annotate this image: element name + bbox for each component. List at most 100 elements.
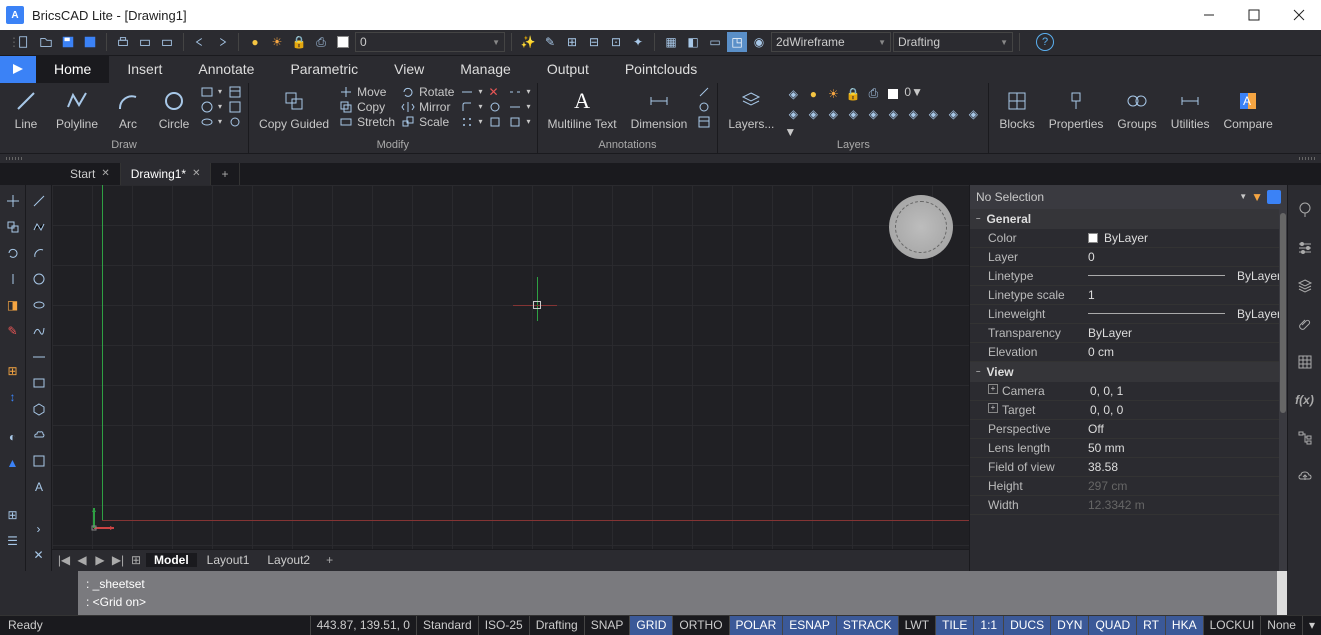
group2-tool-icon[interactable]: ↕ <box>3 387 23 407</box>
tab-parametric[interactable]: Parametric <box>272 56 376 83</box>
layulk-icon[interactable]: ◈ <box>864 105 882 123</box>
layout-grid-icon[interactable]: ⊞ <box>128 553 144 567</box>
groups-button[interactable]: Groups <box>1113 85 1160 133</box>
layoff-icon[interactable]: ◈ <box>804 105 822 123</box>
layout-prev-icon[interactable]: ◀ <box>74 553 90 567</box>
layout-next-icon[interactable]: ▶ <box>92 553 108 567</box>
centermark-button[interactable] <box>697 100 711 114</box>
line-tool-icon[interactable] <box>29 191 49 211</box>
compare-button[interactable]: ACompare <box>1219 85 1276 133</box>
stretch-button[interactable]: Stretch <box>339 115 395 129</box>
grid-tool-icon[interactable]: ⊞ <box>3 505 23 525</box>
join-button[interactable]: ▾ <box>508 100 530 114</box>
status-toggle-rt[interactable]: RT <box>1136 616 1165 635</box>
layfrz-icon[interactable]: ◈ <box>824 105 842 123</box>
fx-icon[interactable]: f(x) <box>1294 389 1316 411</box>
layout-layout2[interactable]: Layout2 <box>259 553 318 567</box>
properties-button[interactable]: Properties <box>1045 85 1108 133</box>
tab-output[interactable]: Output <box>529 56 607 83</box>
help-icon[interactable]: ? <box>1036 33 1054 51</box>
laymcur-icon[interactable]: ◈ <box>884 105 902 123</box>
optimize-icon[interactable]: ⊟ <box>584 32 604 52</box>
viewcube[interactable] <box>889 195 953 259</box>
color-swatch-icon[interactable] <box>333 32 353 52</box>
lightbulb-icon[interactable]: ● <box>245 32 265 52</box>
layer-state-icon[interactable]: ◈ <box>784 85 802 103</box>
xline-tool-icon[interactable] <box>29 347 49 367</box>
ellipse-button[interactable]: ▾ <box>200 115 222 129</box>
move-tool-icon[interactable] <box>3 191 23 211</box>
scale-button[interactable]: Scale <box>401 115 454 129</box>
region-button[interactable] <box>228 115 242 129</box>
close-icon[interactable]: ✕ <box>192 168 200 179</box>
laythw-icon[interactable]: ◈ <box>964 105 982 123</box>
polygon-button[interactable]: ▾ <box>200 100 222 114</box>
layout-add-button[interactable]: + <box>320 553 339 567</box>
app-menu-button[interactable] <box>0 56 36 83</box>
layiso-icon[interactable]: ◈ <box>784 105 802 123</box>
circle-button[interactable]: Circle <box>154 85 194 133</box>
layer-on-icon[interactable]: ● <box>804 85 822 103</box>
layout-last-icon[interactable]: ▶| <box>110 553 126 567</box>
save-icon[interactable] <box>58 32 78 52</box>
publish-icon[interactable] <box>157 32 177 52</box>
tab-start[interactable]: Start✕ <box>60 163 121 185</box>
list-tool-icon[interactable]: ☰ <box>3 531 23 551</box>
break-button[interactable]: ▾ <box>508 85 530 99</box>
wcs-icon[interactable]: ◳ <box>727 32 747 52</box>
status-drafting[interactable]: Drafting <box>529 616 584 635</box>
prop-persp[interactable]: PerspectiveOff <box>970 420 1287 439</box>
section-view[interactable]: –View <box>970 362 1287 382</box>
stretch-tool-icon[interactable]: ✎ <box>3 321 23 341</box>
settings-icon[interactable] <box>1294 237 1316 259</box>
minimize-button[interactable] <box>1186 0 1231 30</box>
saveas-icon[interactable] <box>80 32 100 52</box>
sun-icon[interactable]: ☀ <box>267 32 287 52</box>
close-icon[interactable]: ✕ <box>101 168 109 179</box>
view-icon[interactable]: ▭ <box>705 32 725 52</box>
prop-fov[interactable]: Field of view38.58 <box>970 458 1287 477</box>
wand-icon[interactable]: ✨ <box>518 32 538 52</box>
cloud-tool-icon[interactable] <box>29 425 49 445</box>
blocks-button[interactable]: Blocks <box>995 85 1038 133</box>
expand-icon[interactable]: + <box>988 384 998 394</box>
laycur-icon[interactable]: ◈ <box>924 105 942 123</box>
polyline-tool-icon[interactable] <box>29 217 49 237</box>
prop-ltscale[interactable]: Linetype scale1 <box>970 286 1287 305</box>
layer-combo[interactable]: 0▼ <box>904 85 923 103</box>
laymch-icon[interactable]: ◈ <box>904 105 922 123</box>
status-toggle-esnap[interactable]: ESNAP <box>782 616 836 635</box>
commandline[interactable]: : _sheetset : <Grid on> <box>78 571 1277 615</box>
scale-tool-icon[interactable]: ◨ <box>3 295 23 315</box>
prop-lweight[interactable]: LineweightByLayer <box>970 305 1287 324</box>
hatch-button[interactable] <box>228 85 242 99</box>
cmd-close-icon[interactable]: › <box>29 519 49 539</box>
copy-button[interactable]: Copy <box>339 100 395 114</box>
tab-annotate[interactable]: Annotate <box>180 56 272 83</box>
eraser-icon[interactable]: ◧ <box>683 32 703 52</box>
mirror-tool-icon[interactable] <box>3 269 23 289</box>
layers-panel-icon[interactable] <box>1294 275 1316 297</box>
filter-icon[interactable]: ▼ <box>1251 190 1263 204</box>
properties-scrollbar[interactable] <box>1279 209 1287 571</box>
prop-target[interactable]: +Target0, 0, 0 <box>970 401 1287 420</box>
cmd-x-icon[interactable]: ✕ <box>29 545 49 565</box>
layer-plot-icon[interactable]: ⎙ <box>864 85 882 103</box>
tips-icon[interactable] <box>1294 199 1316 221</box>
tab-view[interactable]: View <box>376 56 442 83</box>
print-toggle-icon[interactable]: ⎙ <box>311 32 331 52</box>
close-button[interactable] <box>1276 0 1321 30</box>
tab-home[interactable]: Home <box>36 56 109 83</box>
spline-tool-icon[interactable] <box>29 321 49 341</box>
layout-layout1[interactable]: Layout1 <box>199 553 258 567</box>
misc2-tool-icon[interactable]: ▲ <box>3 453 23 473</box>
rectangle-tool-icon[interactable] <box>29 373 49 393</box>
circle-tool-icon[interactable] <box>29 269 49 289</box>
expand-icon[interactable]: + <box>988 403 998 413</box>
redo-icon[interactable] <box>212 32 232 52</box>
ellipse-tool-icon[interactable] <box>29 295 49 315</box>
cloud-icon[interactable] <box>1294 465 1316 487</box>
cmd-scrollbar[interactable] <box>1277 571 1287 615</box>
copy-tool-icon[interactable] <box>3 217 23 237</box>
trim-button[interactable]: ▾ <box>460 85 482 99</box>
